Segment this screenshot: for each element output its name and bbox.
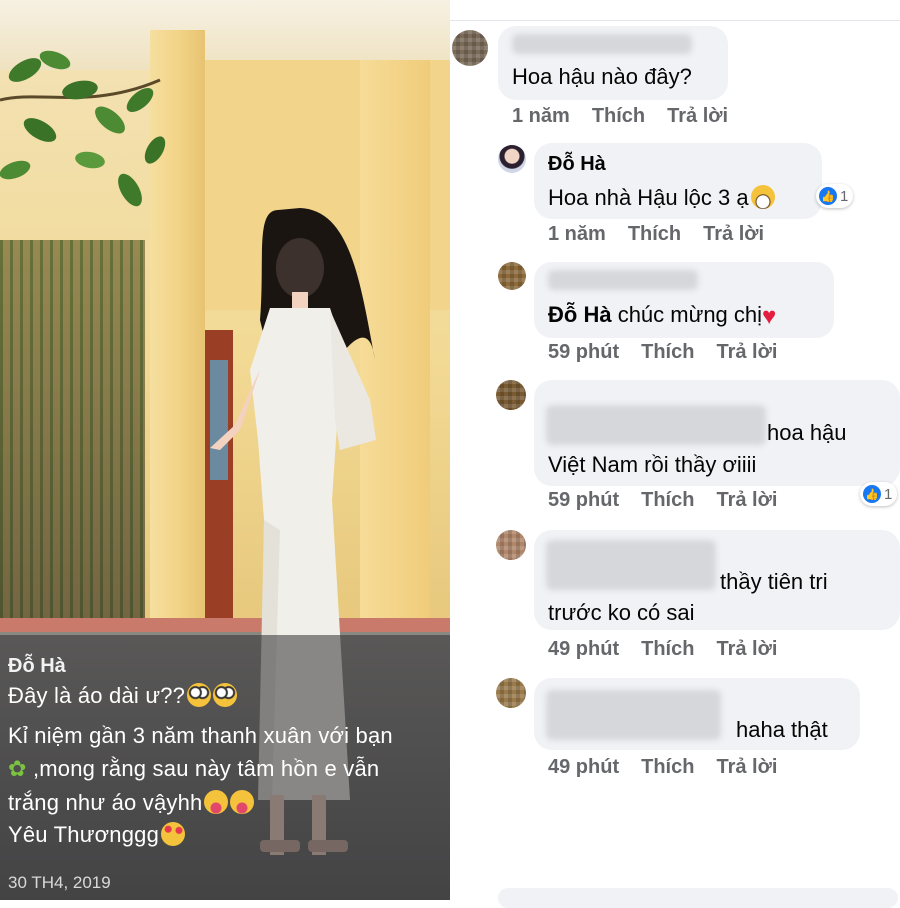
- comment-actions: 1 năm Thích Trả lời: [548, 223, 786, 246]
- winking-tongue-emoji-icon: [204, 790, 229, 814]
- comment-text: thầy tiên tri: [720, 569, 828, 594]
- avatar[interactable]: [496, 678, 526, 708]
- comment-author[interactable]: Đỗ Hà: [548, 153, 606, 176]
- comment-time[interactable]: 59 phút: [548, 489, 619, 511]
- reply-button[interactable]: Trả lời: [716, 756, 777, 778]
- grinning-emoji-icon: [750, 185, 775, 209]
- comment-actions: 49 phút Thích Trả lời: [548, 638, 799, 661]
- comment-text: Hoa hậu nào đây?: [512, 64, 692, 89]
- post-photo[interactable]: Đỗ Hà Đây là áo dài ư?? Kỉ niệm gần 3 nă…: [0, 0, 450, 900]
- avatar[interactable]: [498, 262, 526, 290]
- caption-line-3: ✿ ,mong rằng sau này tâm hồn e vẫn: [8, 756, 380, 781]
- reaction-count[interactable]: 👍 1: [816, 184, 854, 208]
- caption-line-2: Kỉ niệm gần 3 năm thanh xuân với bạn: [8, 723, 393, 748]
- like-button[interactable]: Thích: [641, 756, 694, 778]
- comment-time[interactable]: 49 phút: [548, 756, 619, 778]
- caption-line-5: Yêu Thươnggg: [8, 822, 186, 848]
- blurred-text: [546, 405, 766, 445]
- comment-actions: 49 phút Thích Trả lời: [548, 756, 799, 779]
- mention-tag[interactable]: Đỗ Hà: [548, 302, 612, 327]
- comment-text: haha thật: [736, 717, 828, 742]
- like-icon: 👍: [819, 187, 837, 205]
- comment-time[interactable]: 1 năm: [512, 105, 570, 127]
- comment-actions: 1 năm Thích Trả lời: [512, 105, 750, 128]
- reply-button[interactable]: Trả lời: [703, 223, 764, 245]
- comment-time[interactable]: 1 năm: [548, 223, 606, 245]
- tree-leaves: [0, 50, 166, 207]
- comment-actions: 59 phút Thích Trả lời: [548, 341, 799, 364]
- comments-header: [450, 0, 900, 21]
- reply-button[interactable]: Trả lời: [716, 341, 777, 363]
- comment-text: Hoa nhà Hậu lộc 3 ạ: [548, 185, 775, 211]
- comment-text: Đỗ Hà chúc mừng chị♥: [548, 302, 777, 330]
- heart-emoji-icon: ♥: [762, 303, 777, 330]
- like-button[interactable]: Thích: [592, 105, 645, 127]
- avatar[interactable]: [498, 145, 526, 173]
- like-button[interactable]: Thích: [641, 638, 694, 660]
- smiling-face-with-hearts-emoji-icon: [161, 822, 186, 846]
- comment-actions: 59 phút Thích Trả lời: [548, 489, 799, 512]
- post-author[interactable]: Đỗ Hà: [8, 655, 66, 678]
- comment-text: trước ko có sai: [548, 600, 695, 625]
- comment-text: hoa hậu: [767, 420, 847, 445]
- herb-emoji-icon: ✿: [8, 756, 27, 781]
- blurred-author-name: [512, 34, 692, 54]
- post-date[interactable]: 30 TH4, 2019: [8, 873, 111, 893]
- avatar[interactable]: [496, 530, 526, 560]
- caption-line-4: trắng như áo vậyhh: [8, 790, 255, 816]
- comment-time[interactable]: 59 phút: [548, 341, 619, 363]
- avatar[interactable]: [452, 30, 488, 66]
- like-button[interactable]: Thích: [628, 223, 681, 245]
- blurred-author-name: [548, 270, 698, 290]
- avatar[interactable]: [496, 380, 526, 410]
- winking-tongue-emoji-icon: [230, 790, 255, 814]
- reply-button[interactable]: Trả lời: [716, 638, 777, 660]
- reply-button[interactable]: Trả lời: [716, 489, 777, 511]
- like-icon: 👍: [863, 485, 881, 503]
- dizzy-face-emoji-icon: [187, 683, 212, 707]
- blurred-text: [546, 540, 716, 590]
- blurred-text: [546, 690, 721, 740]
- comment-text: Việt Nam rồi thầy ơiiii: [548, 452, 757, 477]
- comments-panel: Hoa hậu nào đây? 1 năm Thích Trả lời Đỗ Hà…: [450, 0, 900, 908]
- comment-time[interactable]: 49 phút: [548, 638, 619, 660]
- caption-line-1: Đây là áo dài ư??: [8, 683, 238, 709]
- dizzy-face-emoji-icon: [213, 683, 238, 707]
- like-button[interactable]: Thích: [641, 489, 694, 511]
- reaction-count[interactable]: 👍 1: [860, 482, 898, 506]
- next-comment-bubble: [498, 888, 898, 908]
- reply-button[interactable]: Trả lời: [667, 105, 728, 127]
- like-button[interactable]: Thích: [641, 341, 694, 363]
